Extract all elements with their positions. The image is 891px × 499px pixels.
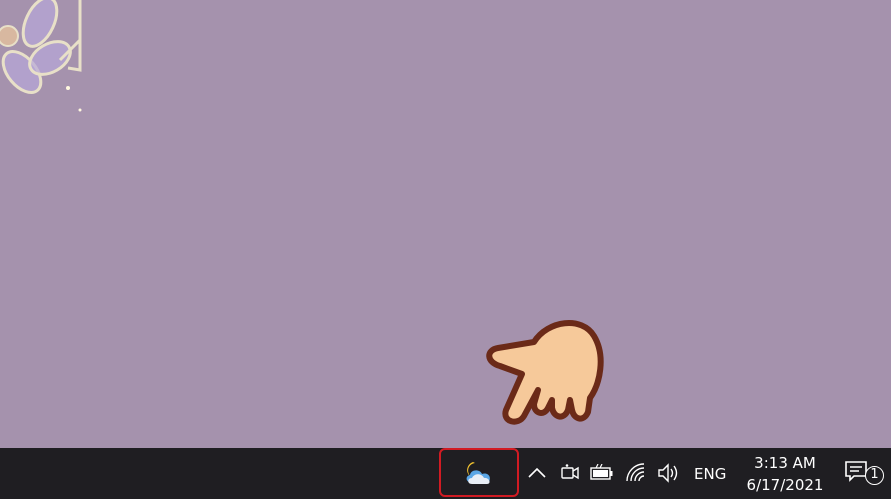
flower-icon (0, 0, 82, 112)
taskbar: ENG 3:13 AM 6/17/2021 1 (0, 448, 891, 499)
desktop (0, 0, 891, 448)
notification-count-badge: 1 (865, 466, 884, 485)
clock-time: 3:13 AM (754, 454, 816, 472)
action-center-button[interactable]: 1 (844, 460, 884, 492)
input-language[interactable]: ENG (694, 465, 726, 483)
battery-icon[interactable] (589, 460, 615, 486)
clock-date: 6/17/2021 (746, 476, 824, 494)
partly-cloudy-night-icon (466, 461, 490, 484)
camera-icon[interactable] (557, 460, 583, 486)
pointing-hand-icon (486, 320, 604, 425)
volume-icon[interactable] (656, 460, 682, 486)
wifi-icon[interactable] (623, 460, 649, 486)
weather-widget[interactable] (439, 448, 519, 497)
clock[interactable]: 3:13 AM 6/17/2021 (740, 452, 830, 496)
chevron-up-icon[interactable] (524, 460, 550, 486)
